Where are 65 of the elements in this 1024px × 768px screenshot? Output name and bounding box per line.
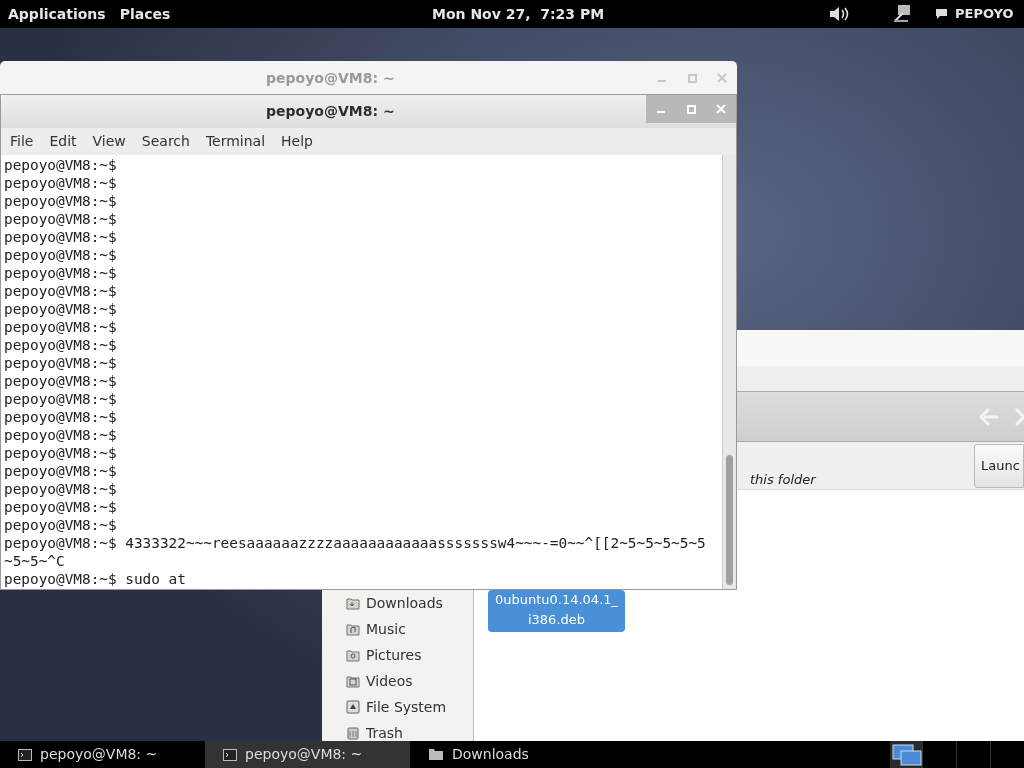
- panel-menu[interactable]: Places: [119, 3, 171, 25]
- terminal-line: pepoyo@VM8:~$: [4, 156, 117, 174]
- network-icon[interactable]: [892, 3, 912, 23]
- chat-icon[interactable]: [935, 8, 948, 20]
- trash-icon: [346, 726, 360, 740]
- terminal-line: pepoyo@VM8:~$: [4, 426, 117, 444]
- terminal-line: pepoyo@VM8:~$: [4, 174, 117, 192]
- sidebar-item[interactable]: Music: [322, 616, 473, 642]
- terminal-line: pepoyo@VM8:~$: [4, 210, 117, 228]
- window-title: pepoyo@VM8: ~: [266, 68, 395, 88]
- maximize-icon: [687, 73, 697, 83]
- back-arrow-icon[interactable]: [978, 406, 1000, 428]
- terminal-line: pepoyo@VM8:~$: [4, 264, 117, 282]
- launch-button[interactable]: Launc: [974, 444, 1024, 488]
- menu-item[interactable]: Help: [281, 131, 313, 152]
- terminal-line: pepoyo@VM8:~$: [4, 228, 117, 246]
- terminal-line: pepoyo@VM8:~$: [4, 498, 117, 516]
- panel-menu[interactable]: Applications: [8, 3, 106, 25]
- close-icon: [717, 73, 727, 83]
- terminal-line: pepoyo@VM8:~$: [4, 390, 117, 408]
- terminal-line: pepoyo@VM8:~$: [4, 318, 117, 336]
- close-icon: [716, 104, 726, 114]
- terminal-line: pepoyo@VM8:~$: [4, 462, 117, 480]
- notice-text: this folder: [750, 471, 816, 489]
- terminal-line: pepoyo@VM8:~$: [4, 300, 117, 318]
- terminal-line: pepoyo@VM8:~$: [4, 192, 117, 210]
- terminal-line: pepoyo@VM8:~$: [4, 336, 117, 354]
- sidebar-item[interactable]: Pictures: [322, 642, 473, 668]
- terminal-line: pepoyo@VM8:~$: [4, 246, 117, 264]
- maximize-icon: [686, 104, 696, 114]
- terminal-line: pepoyo@VM8:~$ sudo at: [4, 570, 186, 588]
- terminal-line: pepoyo@VM8:~$: [4, 444, 117, 462]
- menu-item[interactable]: Search: [141, 131, 190, 152]
- menu-item[interactable]: Edit: [49, 131, 77, 152]
- taskbar-button[interactable]: pepoyo@VM8: ~: [205, 741, 410, 768]
- taskbar-button[interactable]: Downloads: [410, 741, 615, 768]
- terminal-line: pepoyo@VM8:~$: [4, 408, 117, 426]
- camera-folder-icon: [346, 648, 360, 662]
- terminal-line: ~5~5~^C: [4, 552, 65, 570]
- menu-item[interactable]: File: [10, 131, 34, 152]
- sidebar-item[interactable]: Videos: [322, 668, 473, 694]
- sidebar-item[interactable]: Trash: [322, 720, 473, 741]
- terminal-line: pepoyo@VM8:~$: [4, 480, 117, 498]
- sidebar-item[interactable]: Downloads: [322, 590, 473, 616]
- workspace-switcher[interactable]: [890, 741, 922, 768]
- terminal-icon: [18, 748, 32, 761]
- taskbar-button[interactable]: pepoyo@VM8: ~: [0, 741, 205, 768]
- clock[interactable]: Mon Nov 27, 7:23 PM: [432, 3, 605, 25]
- user-name[interactable]: PEPOYO: [955, 4, 1014, 24]
- terminal-icon: [223, 748, 237, 761]
- terminal-line: pepoyo@VM8:~$: [4, 282, 117, 300]
- folder-icon: [428, 748, 444, 761]
- terminal-line: pepoyo@VM8:~$: [4, 516, 117, 534]
- scrollbar[interactable]: [722, 155, 736, 589]
- music-folder-icon: [346, 622, 360, 636]
- terminal-line: pepoyo@VM8:~$: [4, 372, 117, 390]
- drive-icon: [346, 700, 360, 714]
- download-folder-icon: [346, 596, 360, 610]
- terminal-line: pepoyo@VM8:~$: [4, 354, 117, 372]
- menu-item[interactable]: Terminal: [205, 131, 266, 152]
- video-folder-icon: [346, 674, 360, 688]
- window-title: pepoyo@VM8: ~: [266, 102, 395, 121]
- sidebar-item[interactable]: File System: [322, 694, 473, 720]
- menu-item[interactable]: View: [92, 131, 126, 152]
- terminal-line: pepoyo@VM8:~$ 4333322~~~reesaaaaaazzzzaaaaaaaaaaaasssssssw4~~~-=0~~^[[2~5~5~5~5~5: [4, 534, 706, 552]
